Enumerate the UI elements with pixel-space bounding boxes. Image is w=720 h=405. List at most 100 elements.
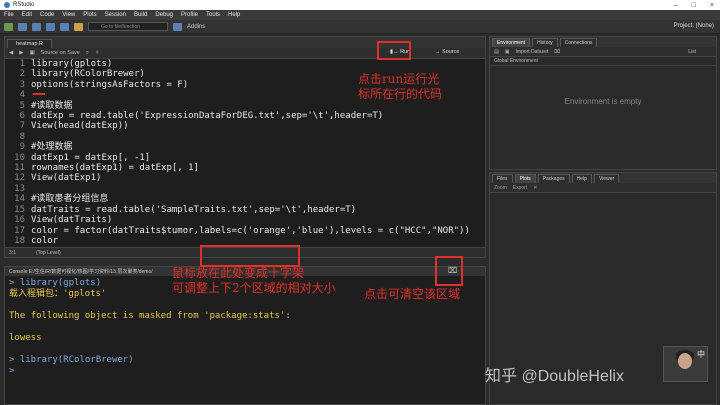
code-text[interactable]: datExp1 = datExp[, -1] [31,153,150,163]
code-line[interactable]: 10 datExp1 = datExp[, -1] [5,153,485,163]
tab-environment[interactable]: Environment [492,38,531,47]
cursor-position: 3:1 [9,249,16,256]
menu-bar: File Edit Code View Plots Session Build Debug Pr… [0,10,720,20]
source-editor-pane: heatmap.R ◀ ▶ ▣ Source on Save ⌕ ✧ ▮→ Ru… [4,36,486,258]
source-icon: → [435,49,443,55]
list-view-toggle[interactable]: List [688,49,696,55]
watermark: 知乎 @DoubleHelix [485,368,624,385]
menu-item-code[interactable]: Code [40,12,54,18]
wand-icon[interactable]: ✧ [95,50,100,56]
code-text[interactable]: #读取患者分组信息 [31,194,108,204]
tab-files[interactable]: Files [492,174,513,183]
line-number: 10 [14,152,25,163]
tab-heatmap-r[interactable]: heatmap.R [7,39,52,48]
minimize-icon[interactable]: – [674,2,678,9]
menu-item-debug[interactable]: Debug [155,12,173,18]
avatar: 中 [663,346,708,382]
new-file-icon[interactable] [4,22,13,31]
maximize-icon[interactable]: □ [692,2,696,9]
code-text[interactable]: View(datExp1) [31,173,101,183]
tab-viewer[interactable]: Viewer [593,174,620,183]
code-text[interactable]: datTraits = read.table('SampleTraits.txt… [31,205,356,215]
broom-icon[interactable]: ⌧ [554,49,560,55]
menu-item-plots[interactable]: Plots [83,12,96,18]
code-line[interactable]: 16 View(datTraits) [5,215,485,225]
code-text[interactable]: #处理数据 [31,142,72,152]
source-on-save-checkbox[interactable]: Source on Save [41,50,80,56]
print-icon[interactable] [74,22,83,31]
line-number: 7 [19,121,25,132]
save-icon[interactable]: ▣ [29,50,34,56]
line-number: 15 [14,204,25,215]
menu-item-help[interactable]: Help [228,12,240,18]
tab-packages[interactable]: Packages [537,174,570,183]
code-line[interactable]: 7 View(head(datExp)) [5,121,485,131]
import-dataset-button[interactable]: Import Dataset [515,49,548,55]
forward-icon[interactable]: ▶ [19,50,23,56]
code-line[interactable]: 15 datTraits = read.table('SampleTraits.t… [5,205,485,215]
scope-indicator[interactable]: (Top Level) [36,250,61,256]
code-text[interactable]: color [31,236,58,246]
open-project-icon[interactable] [18,22,27,31]
code-line[interactable]: 6 datExp = read.table('ExpressionDataForD… [5,111,485,121]
grid-icon[interactable] [173,22,182,31]
menu-item-profile[interactable]: Profile [181,12,198,18]
code-line[interactable]: 11 rownames(datExp1) = datExp[, 1] [5,163,485,173]
code-line[interactable]: 8 [5,132,485,142]
tab-connections[interactable]: Connections [559,38,598,47]
window-title: RStudio [13,2,35,8]
line-number: 3 [19,79,25,90]
code-text[interactable]: View(head(datExp)) [31,121,129,131]
cursor-marker [33,93,45,95]
menu-item-edit[interactable]: Edit [22,12,32,18]
console-line: > [9,366,15,376]
line-number: 6 [19,111,25,122]
tab-plots[interactable]: Plots [514,174,536,183]
addins-menu[interactable]: Addins [187,24,205,30]
project-menu[interactable]: Project: (None) [674,23,714,29]
export-menu[interactable]: Export [513,185,527,191]
code-text[interactable]: View(datTraits) [31,215,112,225]
code-text[interactable]: #读取数据 [31,101,72,111]
run-highlight-box [377,41,411,60]
line-number: 5 [19,100,25,111]
open-file-icon[interactable] [32,22,41,31]
delete-icon[interactable]: ✕ [533,185,537,191]
menu-item-tools[interactable]: Tools [206,12,220,18]
goto-file-input[interactable]: Go to file/function [88,22,168,31]
code-line[interactable]: 5 #读取数据 [5,101,485,111]
save-icon[interactable]: ▣ [505,49,510,55]
code-text[interactable]: options(stringsAsFactors = F) [31,80,188,90]
menu-item-build[interactable]: Build [134,12,147,18]
save-icon[interactable] [46,22,55,31]
code-line[interactable]: 13 [5,184,485,194]
code-text[interactable]: color = factor(datTraits$tumor,labels=c(… [31,226,470,236]
tab-history[interactable]: History [532,38,558,47]
code-text[interactable]: rownames(datExp1) = datExp[, 1] [31,163,199,173]
code-line[interactable]: 17 color = factor(datTraits$tumor,labels=… [5,226,485,236]
zoom-button[interactable]: Zoom [494,185,507,191]
menu-item-session[interactable]: Session [105,12,126,18]
code-text[interactable]: library(gplots) [31,59,112,69]
tab-help[interactable]: Help [571,174,592,183]
console-line: The following object is masked from 'pac… [9,311,291,321]
splitter-annotation: 鼠标放在此处变成十字架 可调整上下2个区域的相对大小 [172,266,336,295]
open-icon[interactable]: ▤ [494,49,499,55]
menu-item-file[interactable]: File [4,12,14,18]
menu-item-view[interactable]: View [62,12,75,18]
code-line[interactable]: 12 View(datExp1) [5,173,485,183]
global-environment-select[interactable]: Global Environment [494,58,538,64]
code-text[interactable]: library(RColorBrewer) [31,69,145,79]
console-line: > library(RColorBrewer) [9,355,134,365]
console-line: lowess [9,333,42,343]
save-all-icon[interactable] [60,22,69,31]
back-icon[interactable]: ◀ [9,50,13,56]
code-line[interactable]: 9 #处理数据 [5,142,485,152]
search-icon[interactable]: ⌕ [86,50,89,57]
close-icon[interactable]: × [710,2,714,9]
source-button[interactable]: → Source [435,49,459,55]
code-text[interactable]: datExp = read.table('ExpressionDataForDE… [31,111,383,121]
code-line[interactable]: 1 library(gplots) [5,59,485,69]
code-line[interactable]: 14 #读取患者分组信息 [5,194,485,204]
